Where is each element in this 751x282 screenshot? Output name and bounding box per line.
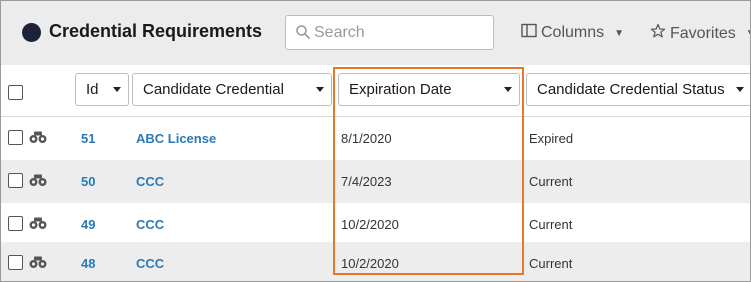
- column-label: Id: [86, 81, 99, 98]
- row-id-link[interactable]: 51: [81, 131, 95, 146]
- favorites-button[interactable]: Favorites ▼: [650, 23, 750, 44]
- row-credential-link[interactable]: ABC License: [136, 131, 216, 146]
- dropdown-arrow-icon: [113, 87, 121, 92]
- row-id-link[interactable]: 50: [81, 174, 95, 189]
- column-header-status[interactable]: Candidate Credential Status: [526, 73, 750, 106]
- row-checkbox[interactable]: [8, 173, 23, 188]
- row-expiration-date: 10/2/2020: [341, 256, 399, 271]
- row-credential-link[interactable]: CCC: [136, 217, 164, 232]
- row-credential-link[interactable]: CCC: [136, 256, 164, 271]
- binoculars-icon[interactable]: [29, 130, 47, 149]
- dropdown-arrow-icon: [316, 87, 324, 92]
- search-box[interactable]: [285, 15, 494, 50]
- dropdown-arrow-icon: [736, 87, 744, 92]
- row-expiration-date: 8/1/2020: [341, 131, 392, 146]
- row-expiration-date: 7/4/2023: [341, 174, 392, 189]
- column-label: Candidate Credential Status: [537, 81, 725, 98]
- column-label: Expiration Date: [349, 81, 452, 98]
- row-credential-link[interactable]: CCC: [136, 174, 164, 189]
- column-label: Candidate Credential: [143, 81, 284, 98]
- caret-down-icon: ▼: [746, 28, 750, 39]
- table-row[interactable]: 49 CCC 10/2/2020 Current: [1, 203, 750, 246]
- row-status: Expired: [529, 131, 574, 146]
- table-row[interactable]: 51 ABC License 8/1/2020 Expired: [1, 117, 750, 160]
- status-dot-icon: [22, 23, 41, 42]
- table-row[interactable]: 50 CCC 7/4/2023 Current: [1, 160, 750, 203]
- grid-panel: Credential Requirements Columns ▼: [0, 0, 751, 282]
- column-header-id[interactable]: Id: [75, 73, 129, 106]
- caret-down-icon: ▼: [614, 27, 625, 39]
- row-checkbox[interactable]: [8, 130, 23, 145]
- dropdown-arrow-icon: [504, 87, 512, 92]
- column-header-expiration-date[interactable]: Expiration Date: [338, 73, 520, 106]
- column-header-candidate-credential[interactable]: Candidate Credential: [132, 73, 332, 106]
- row-status: Current: [529, 217, 573, 232]
- binoculars-icon[interactable]: [29, 216, 47, 235]
- column-header-row: Id Candidate Credential Expiration Date …: [1, 65, 750, 117]
- columns-icon: [521, 23, 537, 43]
- row-checkbox[interactable]: [8, 255, 23, 270]
- binoculars-icon[interactable]: [29, 255, 47, 274]
- favorites-label: Favorites: [670, 24, 736, 42]
- row-id-link[interactable]: 48: [81, 256, 95, 271]
- select-all-checkbox[interactable]: [8, 85, 23, 100]
- table-row[interactable]: 48 CCC 10/2/2020 Current: [1, 242, 750, 281]
- row-id-link[interactable]: 49: [81, 217, 95, 232]
- row-expiration-date: 10/2/2020: [341, 217, 399, 232]
- columns-label: Columns: [541, 24, 605, 41]
- row-status: Current: [529, 256, 573, 271]
- binoculars-icon[interactable]: [29, 173, 47, 192]
- page-title: Credential Requirements: [49, 21, 263, 41]
- row-status: Current: [529, 174, 573, 189]
- search-input[interactable]: [314, 22, 484, 44]
- search-icon: [295, 24, 311, 45]
- columns-button[interactable]: Columns ▼: [521, 23, 624, 43]
- row-checkbox[interactable]: [8, 216, 23, 231]
- star-icon: [650, 23, 666, 44]
- panel-header: Credential Requirements Columns ▼: [1, 1, 750, 65]
